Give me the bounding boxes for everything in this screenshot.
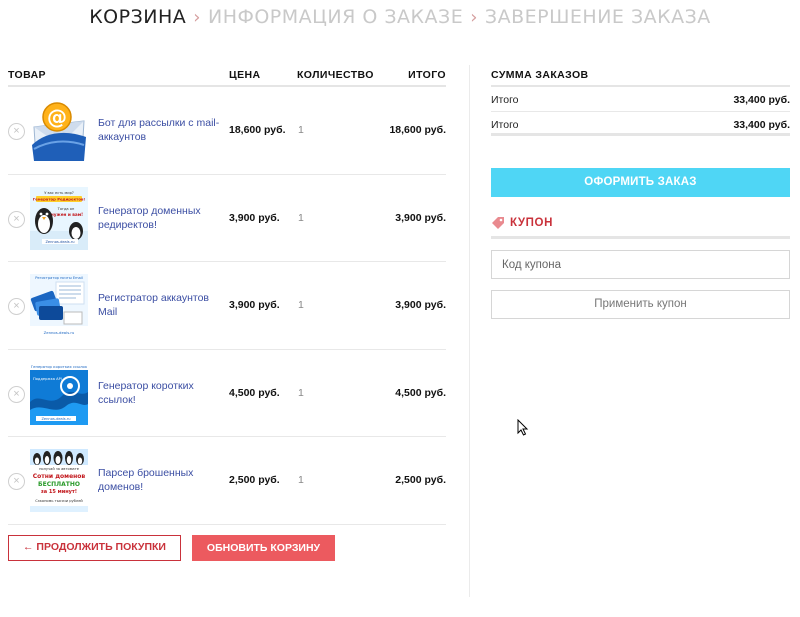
totals-row-value: 33,400 руб.: [733, 118, 790, 131]
product-name-text[interactable]: Бот для рассылки с mail-аккаунтов: [98, 116, 223, 144]
quantity-field[interactable]: 1: [298, 474, 304, 486]
step-order-complete[interactable]: ЗАВЕРШЕНИЕ ЗАКАЗА: [485, 6, 711, 28]
update-cart-button[interactable]: ОБНОВИТЬ КОРЗИНУ: [192, 535, 335, 561]
product-name-text[interactable]: Парсер брошенных доменов!: [98, 466, 223, 494]
banner-text: Zennos-deals.ru: [44, 330, 75, 335]
penguin-banner: У вас есть мир? Генератор Редиректов! То…: [30, 186, 88, 250]
product-thumbnail[interactable]: Генератор коротких ссылок Поддержка API …: [30, 361, 88, 425]
order-totals: СУММА ЗАКАЗОВ Итого 33,400 руб. Итого 33…: [491, 62, 790, 136]
product-name-link[interactable]: Парсер брошенных доменов!: [98, 437, 223, 524]
product-thumbnail[interactable]: @: [30, 99, 88, 162]
remove-item-icon[interactable]: ×: [8, 298, 25, 315]
tag-icon: [492, 217, 504, 229]
apply-coupon-button[interactable]: Применить купон: [491, 290, 790, 319]
totals-row: Итого 33,400 руб.: [491, 87, 790, 112]
product-name-text[interactable]: Регистратор аккаунтов Mail: [98, 291, 223, 319]
banner-text: Сэкономь тысячи рублей: [35, 499, 83, 503]
coupon-code-input[interactable]: [491, 250, 790, 279]
product-name-text[interactable]: Генератор доменных редиректов!: [98, 204, 223, 232]
penguins-free-banner: получай за автомате Сотни доменов БЕСПЛА…: [30, 449, 88, 512]
quantity-field[interactable]: 1: [298, 124, 304, 136]
product-thumbnail[interactable]: Регистратор почты Email Zennos-deals.ru: [30, 274, 88, 337]
product-price: 18,600 руб.: [229, 124, 286, 136]
wave-banner: Генератор коротких ссылок Поддержка API …: [30, 361, 88, 425]
product-price: 4,500 руб.: [229, 386, 280, 399]
continue-shopping-button[interactable]: ← ПРОДОЛЖИТЬ ПОКУПКИ: [8, 535, 181, 561]
banner-text: нужен и вам!: [51, 212, 83, 217]
chevron-right-icon: ›: [470, 7, 478, 28]
banner-text: У вас есть мир?: [44, 191, 74, 195]
header-price: ЦЕНА: [229, 69, 261, 81]
remove-item-icon[interactable]: ×: [8, 473, 25, 490]
mouse-cursor-icon: [517, 419, 529, 436]
column-divider: [469, 65, 470, 597]
cart-row: × У вас есть мир? Генератор Редиректов! …: [8, 175, 446, 262]
cards-banner: Регистратор почты Email Zennos-deals.ru: [30, 274, 88, 337]
checkout-steps: КОРЗИНА › ИНФОРМАЦИЯ О ЗАКАЗЕ › ЗАВЕРШЕНИЕ З…: [0, 6, 800, 28]
line-total: 18,600 руб.: [389, 124, 446, 136]
product-price: 3,900 руб.: [229, 299, 280, 311]
line-total: 4,500 руб.: [395, 386, 446, 399]
step-order-info[interactable]: ИНФОРМАЦИЯ О ЗАКАЗЕ: [208, 6, 463, 28]
totals-row-label: Итого: [491, 94, 519, 106]
quantity-field[interactable]: 1: [298, 212, 304, 224]
banner-text: БЕСПЛАТНО: [38, 481, 80, 488]
remove-item-icon[interactable]: ×: [8, 385, 25, 403]
header-quantity: КОЛИЧЕСТВО: [297, 69, 374, 81]
totals-row-value: 33,400 руб.: [733, 94, 790, 106]
remove-item-icon[interactable]: ×: [8, 210, 25, 228]
order-totals-title: СУММА ЗАКАЗОВ: [491, 62, 790, 87]
coupon-header: КУПОН: [491, 213, 790, 239]
product-name-link[interactable]: Регистратор аккаунтов Mail: [98, 262, 223, 349]
banner-text: Генератор Редиректов!: [33, 196, 85, 201]
banner-text: Генератор коротких ссылок: [31, 364, 88, 369]
cart-row: × Генератор коротких ссылок Поддержка AP…: [8, 350, 446, 437]
header-total: ИТОГО: [408, 69, 446, 81]
cart-table: ТОВАР ЦЕНА КОЛИЧЕСТВО ИТОГО × @ Бот для …: [8, 62, 446, 525]
banner-text: Поддержка API: [33, 377, 62, 381]
line-total: 3,900 руб.: [395, 211, 446, 224]
chevron-right-icon: ›: [193, 7, 201, 28]
quantity-field[interactable]: 1: [298, 387, 304, 399]
quantity-field[interactable]: 1: [298, 299, 304, 311]
product-thumbnail[interactable]: получай за автомате Сотни доменов БЕСПЛА…: [30, 449, 88, 512]
cart-table-header: ТОВАР ЦЕНА КОЛИЧЕСТВО ИТОГО: [8, 62, 446, 87]
totals-row-label: Итого: [491, 118, 519, 131]
product-name-link[interactable]: Генератор доменных редиректов!: [98, 175, 223, 262]
banner-text: Тогда он: [57, 207, 75, 211]
header-product: ТОВАР: [8, 69, 46, 81]
product-thumbnail[interactable]: У вас есть мир? Генератор Редиректов! То…: [30, 186, 88, 250]
product-name-link[interactable]: Бот для рассылки с mail-аккаунтов: [98, 87, 223, 174]
cart-row: × @ Бот для рассылки с mail-аккаунтов 18…: [8, 87, 446, 175]
email-at-icon: @: [30, 99, 88, 162]
line-total: 2,500 руб.: [395, 474, 446, 486]
step-cart[interactable]: КОРЗИНА: [89, 6, 186, 28]
checkout-button[interactable]: ОФОРМИТЬ ЗАКАЗ: [491, 168, 790, 197]
cart-row: × Регистратор почты Email Zennos-deals.r…: [8, 262, 446, 350]
totals-row: Итого 33,400 руб.: [491, 112, 790, 136]
banner-text: получай за автомате: [39, 467, 80, 471]
svg-text:@: @: [47, 105, 67, 129]
banner-text: Регистратор почты Email: [35, 276, 83, 280]
product-price: 3,900 руб.: [229, 211, 280, 224]
banner-text: за 15 минут!: [41, 489, 77, 495]
product-price: 2,500 руб.: [229, 474, 280, 486]
line-total: 3,900 руб.: [395, 299, 446, 311]
cart-row: × получай за автомате Сотни доменов БЕСП…: [8, 437, 446, 525]
banner-text: Zennos-deals.ru: [41, 417, 70, 421]
product-name-link[interactable]: Генератор коротких ссылок!: [98, 350, 223, 437]
product-name-text[interactable]: Генератор коротких ссылок!: [98, 379, 223, 407]
coupon-title: КУПОН: [510, 217, 553, 229]
banner-text: Zennos-deals.ru: [45, 240, 74, 244]
remove-item-icon[interactable]: ×: [8, 123, 25, 140]
banner-text: Сотни доменов: [33, 473, 86, 480]
